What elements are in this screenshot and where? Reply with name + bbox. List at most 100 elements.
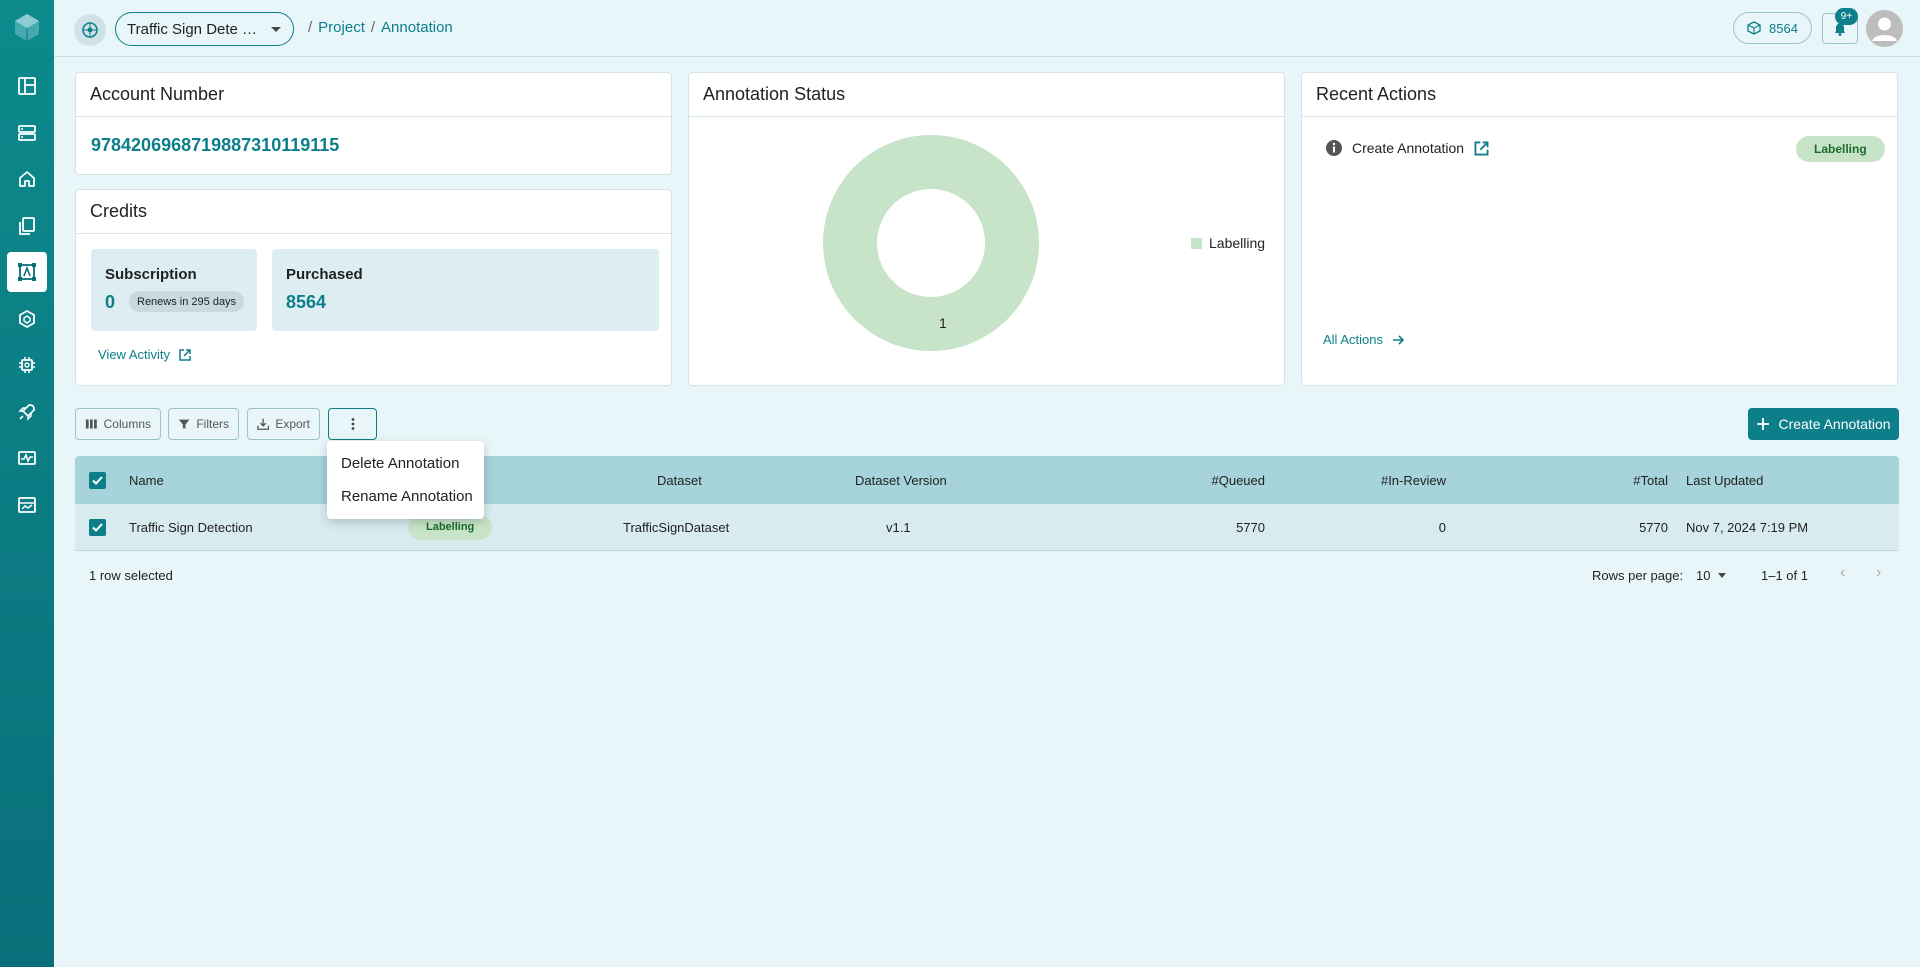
analytics-icon — [18, 497, 36, 513]
info-icon — [1326, 140, 1342, 156]
chevron-left-icon[interactable]: ‹ — [1840, 564, 1845, 582]
select-all-checkbox[interactable] — [89, 456, 106, 504]
credits-card: Credits Subscription 0 Renews in 295 day… — [75, 189, 672, 386]
breadcrumb-annotation[interactable]: Annotation — [381, 19, 453, 36]
export-button[interactable]: Export — [247, 408, 320, 440]
card-title: Account Number — [76, 73, 671, 117]
avatar[interactable] — [1866, 10, 1903, 47]
card-title: Recent Actions — [1302, 73, 1897, 117]
sidebar-item-training[interactable] — [7, 345, 47, 385]
external-link-icon — [179, 348, 191, 361]
recent-action-item[interactable]: Create Annotation — [1325, 139, 1490, 157]
user-icon — [1866, 10, 1903, 47]
cell-version: v1.1 — [886, 519, 911, 535]
rows-per-page-select[interactable]: 10 — [1696, 568, 1727, 583]
cell-last-updated: Nov 7, 2024 7:19 PM — [1686, 519, 1809, 535]
chevron-down-icon — [271, 27, 281, 32]
all-actions-label: All Actions — [1323, 332, 1383, 347]
status-badge: Labelling — [1796, 136, 1885, 162]
renews-badge: Renews in 295 days — [129, 291, 245, 312]
purchased-value: 8564 — [286, 292, 327, 312]
donut-slice-labelling[interactable] — [822, 135, 1039, 351]
credits-count: 8564 — [1769, 20, 1798, 36]
legend-swatch — [1191, 237, 1202, 249]
plus-icon — [1757, 418, 1770, 430]
rows-per-page-value: 10 — [1696, 568, 1711, 583]
cube-icon — [19, 309, 35, 329]
sidebar-item-models[interactable] — [7, 299, 47, 339]
chevron-right-icon[interactable]: › — [1876, 564, 1881, 582]
recent-actions-card: Recent Actions Create Annotation Labelli… — [1301, 72, 1898, 386]
export-label: Export — [275, 417, 310, 431]
header-in-review[interactable]: #In-Review — [1381, 456, 1446, 504]
cell-total: 5770 — [1639, 519, 1668, 535]
table-footer: 1 row selected Rows per page: 10 1–1 of … — [75, 560, 1899, 590]
breadcrumb-project[interactable]: Project — [318, 19, 365, 36]
logo-icon[interactable] — [12, 12, 42, 42]
account-number-card: Account Number 9784206968719887310119115 — [75, 72, 672, 175]
annotation-icon — [18, 263, 36, 281]
header-queued[interactable]: #Queued — [1212, 456, 1266, 504]
card-title: Credits — [76, 190, 671, 234]
selected-count: 1 row selected — [89, 568, 173, 583]
chevron-down-icon — [1718, 573, 1727, 578]
notifications-badge: 9+ — [1835, 8, 1858, 25]
top-header: Traffic Sign Dete … / Project / Annotation … — [54, 0, 1920, 57]
header-total[interactable]: #Total — [1633, 456, 1668, 504]
columns-button[interactable]: Columns — [75, 408, 161, 440]
header-dataset[interactable]: Dataset — [657, 456, 702, 504]
status-donut-chart — [822, 135, 1039, 351]
cell-dataset: TrafficSignDataset — [623, 519, 730, 535]
more-options-button[interactable] — [328, 408, 377, 440]
columns-icon — [85, 419, 97, 429]
sidebar-item-home[interactable] — [7, 159, 47, 199]
home-icon — [19, 171, 35, 187]
menu-item-rename[interactable]: Rename Annotation — [327, 480, 484, 513]
project-icon[interactable] — [74, 14, 106, 46]
create-annotation-button[interactable]: Create Annotation — [1748, 408, 1899, 440]
menu-item-delete[interactable]: Delete Annotation — [327, 447, 484, 480]
project-select[interactable]: Traffic Sign Dete … — [115, 12, 294, 46]
arrow-right-icon — [1392, 334, 1405, 345]
check-icon — [92, 475, 103, 485]
header-name[interactable]: Name — [129, 456, 164, 504]
network-icon — [82, 22, 98, 38]
filters-button[interactable]: Filters — [168, 408, 239, 440]
legend-label: Labelling — [1209, 235, 1266, 251]
purchased-label: Purchased — [286, 266, 363, 283]
view-activity-link[interactable]: View Activity — [98, 347, 192, 362]
header-dataset-version[interactable]: Dataset Version — [855, 456, 947, 504]
more-options-menu: Delete Annotation Rename Annotation — [327, 441, 484, 519]
sidebar-item-annotation[interactable] — [7, 252, 47, 292]
rows-per-page-label: Rows per page: — [1592, 568, 1684, 583]
columns-label: Columns — [103, 417, 151, 431]
account-number: 9784206968719887310119115 — [91, 135, 340, 155]
cell-in-review: 0 — [1438, 519, 1446, 535]
monitor-icon — [18, 451, 36, 465]
purchased-box: Purchased 8564 — [272, 249, 659, 331]
recent-action-label: Create Annotation — [1352, 140, 1465, 156]
cell-queued: 5770 — [1236, 519, 1265, 535]
rocket-icon — [18, 404, 35, 421]
all-actions-link[interactable]: All Actions — [1323, 332, 1405, 347]
more-vertical-icon — [351, 418, 354, 430]
chart-legend: Labelling — [1191, 235, 1265, 251]
storage-icon — [18, 125, 36, 141]
credits-pill[interactable]: 8564 — [1733, 12, 1812, 44]
row-checkbox[interactable] — [89, 504, 106, 550]
sidebar-item-deploy[interactable] — [7, 392, 47, 432]
sidebar-item-datasets[interactable] — [7, 113, 47, 153]
sidebar — [0, 0, 54, 967]
subscription-label: Subscription — [105, 266, 197, 283]
external-link-icon[interactable] — [1473, 140, 1490, 157]
sidebar-item-files[interactable] — [7, 206, 47, 246]
annotation-status-card: Annotation Status 1 Labelling — [688, 72, 1285, 386]
subscription-box: Subscription 0 Renews in 295 days — [91, 249, 257, 331]
header-last-updated[interactable]: Last Updated — [1686, 456, 1763, 504]
sidebar-item-dashboard[interactable] — [7, 66, 47, 106]
filter-icon — [178, 419, 190, 429]
card-title: Annotation Status — [689, 73, 1284, 117]
sidebar-item-analytics[interactable] — [7, 485, 47, 525]
project-select-value: Traffic Sign Dete … — [127, 20, 258, 38]
sidebar-item-monitoring[interactable] — [7, 438, 47, 478]
